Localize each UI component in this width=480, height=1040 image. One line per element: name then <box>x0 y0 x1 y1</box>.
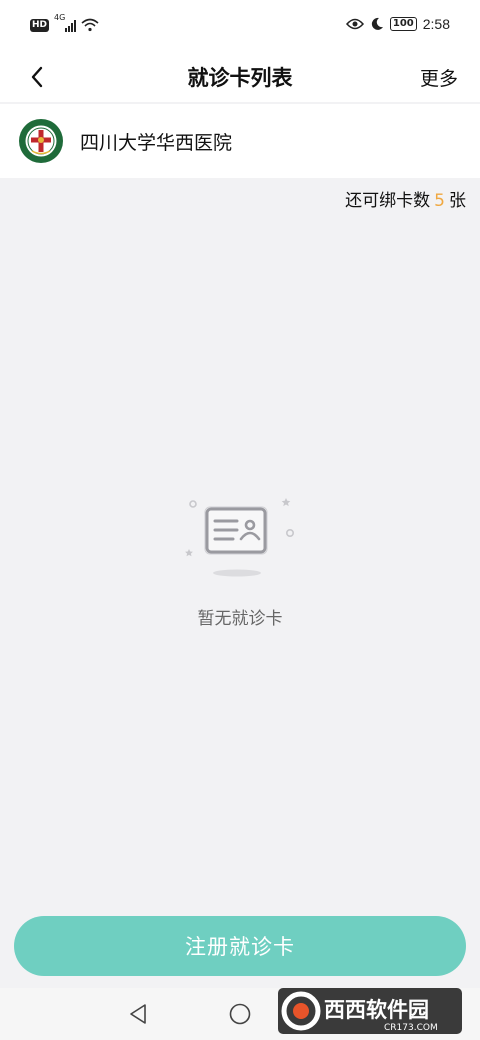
page-title: 就诊卡列表 <box>187 66 293 90</box>
status-right: 100 2:58 <box>345 16 450 32</box>
more-button[interactable]: 更多 <box>420 64 458 91</box>
wifi-icon <box>81 18 99 32</box>
battery-icon: 100 <box>389 17 417 31</box>
watermark-site: CR173.COM <box>384 1023 438 1033</box>
watermark-brand: 西西软件园 <box>324 998 429 1022</box>
empty-card-icon <box>185 498 295 577</box>
bind-count: 还可绑卡数 5 张 <box>345 186 466 211</box>
status-left: HD 4G <box>30 14 99 32</box>
system-home-icon[interactable] <box>228 1002 252 1026</box>
bind-count-suffix: 张 <box>449 191 466 211</box>
hospital-logo <box>19 119 63 163</box>
hd-badge: HD <box>30 18 50 32</box>
status-time: 2:58 <box>422 16 450 32</box>
bind-count-prefix: 还可绑卡数 <box>345 191 431 211</box>
hospital-name: 四川大学华西医院 <box>80 131 233 154</box>
hospital-row[interactable]: 四川大学华西医院 <box>0 104 480 178</box>
status-bar: HD 4G 100 2:58 <box>0 0 480 52</box>
moon-icon <box>371 17 383 30</box>
nav-bar: 就诊卡列表 更多 <box>0 52 480 102</box>
empty-state-text: 暂无就诊卡 <box>197 609 283 629</box>
bind-count-number: 5 <box>434 191 445 211</box>
register-card-button[interactable]: 注册就诊卡 <box>14 916 466 976</box>
network-type: 4G <box>54 13 66 22</box>
eye-icon <box>345 18 364 30</box>
system-back-icon[interactable] <box>126 1002 150 1026</box>
cellular-signal-icon: 4G <box>54 14 77 32</box>
watermark-logo: 西西软件园 CR173.COM <box>278 988 462 1034</box>
